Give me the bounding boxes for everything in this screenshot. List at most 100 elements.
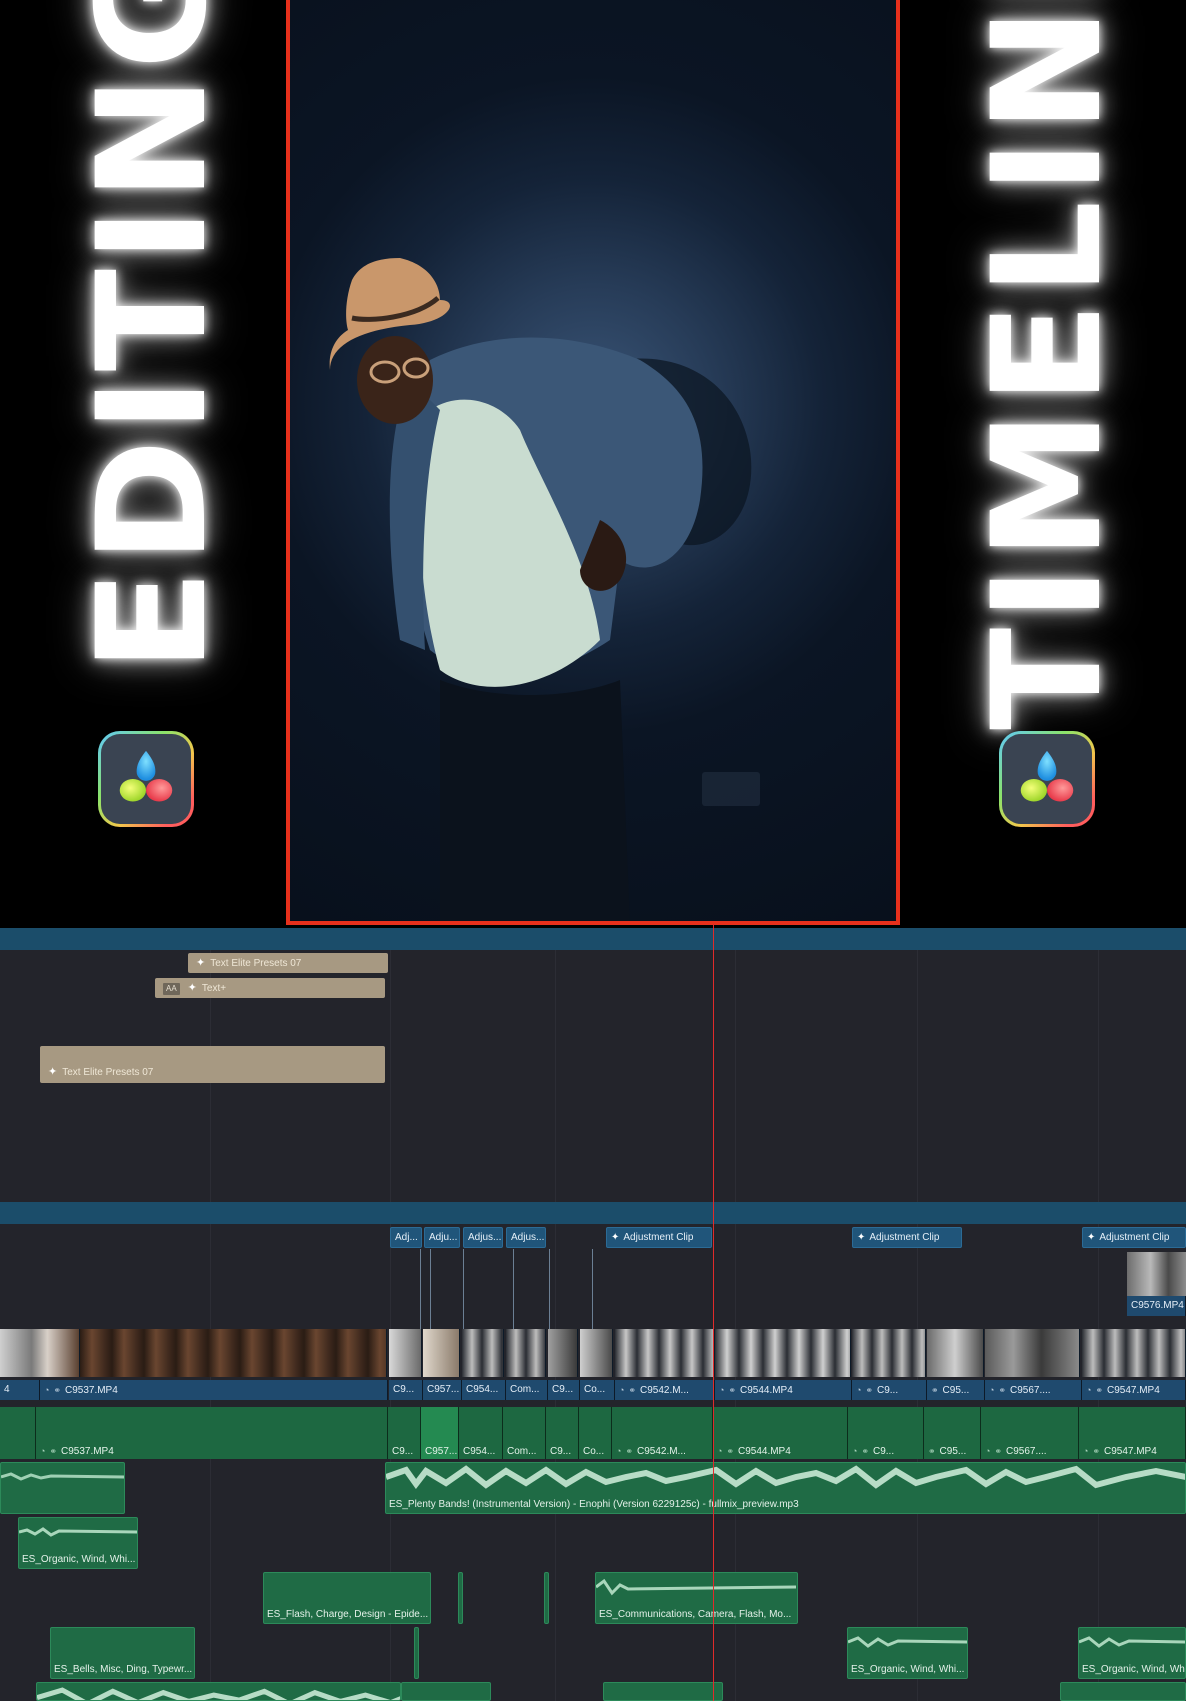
audio-clip-sfx[interactable]: ES_Bells, Misc, Ding, Typewr... xyxy=(50,1627,195,1679)
audio-clip[interactable] xyxy=(0,1462,125,1514)
effect-sparkle-icon: ✦ xyxy=(196,957,206,969)
speed-icon: ◔ xyxy=(719,1385,725,1395)
link-icon: ⚭ xyxy=(998,1385,1006,1395)
audio-clip[interactable] xyxy=(401,1682,491,1701)
video-clip[interactable]: Com... xyxy=(506,1380,548,1400)
video-clip[interactable]: C954... xyxy=(462,1380,506,1400)
davinci-resolve-icon xyxy=(999,731,1095,827)
video-clip[interactable]: C9... xyxy=(546,1407,579,1459)
audio-clip-music[interactable]: ES_Plenty Bands! (Instrumental Version) … xyxy=(385,1462,1186,1514)
adjustment-clip[interactable]: ✦ Adjustment Clip xyxy=(606,1227,712,1248)
video-clip[interactable]: C9... xyxy=(388,1407,421,1459)
video-clip[interactable] xyxy=(0,1407,36,1459)
adjustment-clip[interactable]: Adj... xyxy=(390,1227,422,1248)
audio-clip-label: ES_Plenty Bands! (Instrumental Version) … xyxy=(389,1499,799,1510)
video-clip[interactable]: Co... xyxy=(579,1407,612,1459)
title-clip[interactable]: ✦ Text Elite Presets 07 xyxy=(40,1046,385,1083)
video-clip[interactable]: ◔ ⚭ C9... xyxy=(848,1407,924,1459)
link-icon: ⚭ xyxy=(53,1385,61,1395)
davinci-resolve-icon xyxy=(98,731,194,827)
video-clip[interactable]: Co... xyxy=(580,1380,615,1400)
timeline-ruler[interactable] xyxy=(0,928,1186,950)
speed-icon: ◔ xyxy=(989,1385,995,1395)
link-icon: ⚭ xyxy=(928,1446,936,1456)
audio-clip-sfx[interactable] xyxy=(458,1572,463,1624)
person-illustration xyxy=(329,258,760,921)
video-clip[interactable]: ⚭ C95... xyxy=(927,1380,985,1400)
video-clip[interactable]: ◔ ⚭ C9544.MP4 xyxy=(713,1407,848,1459)
video-clip[interactable]: ◔ ⚭ C9567.... xyxy=(981,1407,1079,1459)
link-icon: ⚭ xyxy=(1095,1385,1103,1395)
audio-clip-sfx[interactable]: ES_Organic, Wind, Whi xyxy=(1078,1627,1186,1679)
audio-clip-sfx[interactable]: ES_Organic, Wind, Whi... xyxy=(18,1517,138,1569)
link-icon: ⚭ xyxy=(728,1385,736,1395)
speed-icon: ◔ xyxy=(717,1446,723,1456)
adjustment-clip[interactable]: Adjus... xyxy=(506,1227,546,1248)
speed-icon: ◔ xyxy=(1083,1446,1089,1456)
link-icon: ⚭ xyxy=(1092,1446,1100,1456)
speed-icon: ◔ xyxy=(1086,1385,1092,1395)
speed-icon: ◔ xyxy=(856,1385,862,1395)
video-clip[interactable]: ◔ ⚭ C9567.... xyxy=(985,1380,1082,1400)
video-clip[interactable]: ◔ ⚭ C9544.MP4 xyxy=(715,1380,852,1400)
adjustment-clip[interactable]: ✦ Adjustment Clip xyxy=(852,1227,962,1248)
thumbnail-area: EDITING TIMELINE xyxy=(0,0,1186,928)
video-clip[interactable]: ◔ ⚭ C9547.MP4 xyxy=(1079,1407,1186,1459)
video-clip[interactable]: C9... xyxy=(548,1380,580,1400)
video-clip[interactable]: C957... xyxy=(423,1380,462,1400)
adjustment-clip[interactable]: ✦ Adjustment Clip xyxy=(1082,1227,1186,1248)
video-clip[interactable]: ◔ ⚭ C9... xyxy=(852,1380,927,1400)
playhead[interactable] xyxy=(713,924,714,1701)
title-editing: EDITING xyxy=(66,0,240,672)
title-timeline: TIMELINE xyxy=(961,0,1135,730)
audio-clip[interactable] xyxy=(603,1682,723,1701)
effect-sparkle-icon: ✦ xyxy=(187,982,197,994)
audio-clip-sfx[interactable] xyxy=(544,1572,549,1624)
link-icon: ⚭ xyxy=(49,1446,57,1456)
effect-sparkle-icon: ✦ xyxy=(48,1066,58,1078)
link-icon: ⚭ xyxy=(625,1446,633,1456)
link-icon: ⚭ xyxy=(931,1385,939,1395)
audio-clip[interactable] xyxy=(36,1682,401,1701)
title-clip[interactable]: ✦ Text Elite Presets 07 xyxy=(188,953,388,973)
video-clip[interactable]: C9... xyxy=(389,1380,423,1400)
audio-clip-sfx[interactable]: ES_Communications, Camera, Flash, Mo... xyxy=(595,1572,798,1624)
speed-icon: ◔ xyxy=(44,1385,50,1395)
speed-icon: ◔ xyxy=(985,1446,991,1456)
speed-icon: ◔ xyxy=(619,1385,625,1395)
audio-clip-sfx[interactable]: ES_Organic, Wind, Whi... xyxy=(847,1627,968,1679)
link-icon: ⚭ xyxy=(865,1385,873,1395)
audio-clip[interactable] xyxy=(1060,1682,1186,1701)
video-clip[interactable]: Com... xyxy=(503,1407,546,1459)
link-icon: ⚭ xyxy=(726,1446,734,1456)
video-clip[interactable]: C954... xyxy=(459,1407,503,1459)
effect-sparkle-icon: ✦ xyxy=(1087,1232,1096,1243)
video-clip[interactable]: C957... xyxy=(421,1407,459,1459)
audio-clip-sfx[interactable]: ES_Flash, Charge, Design - Epide... xyxy=(263,1572,431,1624)
link-icon: ⚭ xyxy=(628,1385,636,1395)
text-badge: AA xyxy=(163,983,180,995)
speed-icon: ◔ xyxy=(40,1446,46,1456)
effect-sparkle-icon: ✦ xyxy=(857,1232,866,1243)
speed-icon: ◔ xyxy=(852,1446,858,1456)
video-clip[interactable]: ◔ ⚭ C9547.MP4 xyxy=(1082,1380,1186,1400)
video-clip[interactable]: ◔ ⚭ C9537.MP4 xyxy=(40,1380,388,1400)
video-clip-label[interactable]: C9576.MP4 xyxy=(1127,1296,1186,1316)
adjustment-clip[interactable]: Adju... xyxy=(424,1227,460,1248)
track-divider xyxy=(0,1202,1186,1224)
audio-waveform xyxy=(386,1465,1185,1489)
video-clip[interactable]: ◔ ⚭ C9542.M... xyxy=(615,1380,715,1400)
title-clip[interactable]: AA ✦ Text+ xyxy=(155,978,385,998)
video-clip[interactable]: ⚭ C95... xyxy=(924,1407,981,1459)
video-clip[interactable]: 4 xyxy=(0,1380,40,1400)
link-icon: ⚭ xyxy=(994,1446,1002,1456)
video-thumbnail xyxy=(1127,1252,1186,1296)
speed-icon: ◔ xyxy=(616,1446,622,1456)
editing-timeline[interactable]: ✦ Text Elite Presets 07 AA ✦ Text+ ✦ Text El… xyxy=(0,928,1186,1701)
adjustment-clip[interactable]: Adjus... xyxy=(463,1227,503,1248)
video-clip[interactable]: ◔ ⚭ C9537.MP4 xyxy=(36,1407,388,1459)
video-clip[interactable]: ◔ ⚭ C9542.M... xyxy=(612,1407,713,1459)
video-track-2-thumbnails xyxy=(0,1329,1186,1377)
video-preview xyxy=(286,0,900,925)
audio-clip-sfx[interactable] xyxy=(414,1627,419,1679)
